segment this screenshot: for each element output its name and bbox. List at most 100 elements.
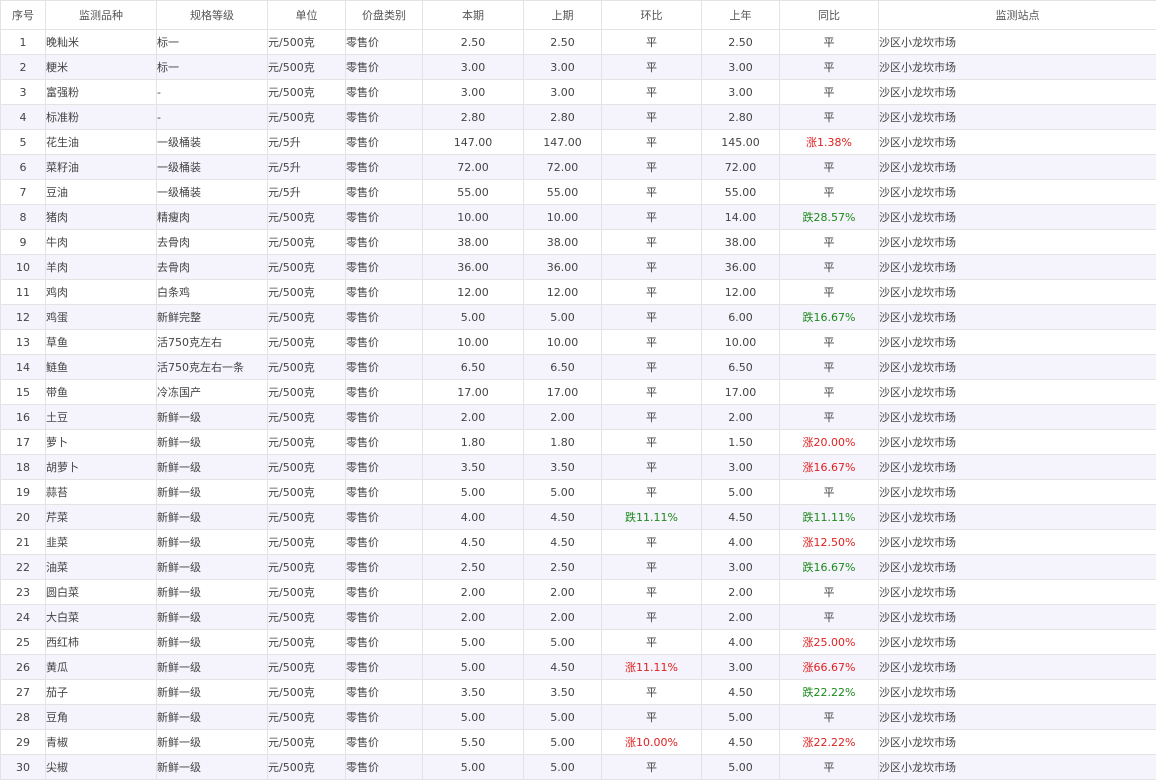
cell-unit: 元/500克 — [268, 480, 346, 505]
table-row: 23圆白菜新鲜一级元/500克零售价2.002.00平2.00平沙区小龙坎市场 — [1, 580, 1156, 605]
table-row: 28豆角新鲜一级元/500克零售价5.005.00平5.00平沙区小龙坎市场 — [1, 705, 1156, 730]
col-header-index[interactable]: 序号 — [1, 1, 46, 30]
cell-spec: 新鲜一级 — [157, 530, 268, 555]
cell-index: 10 — [1, 255, 46, 280]
cell-yoy: 跌16.67% — [780, 305, 879, 330]
cell-index: 16 — [1, 405, 46, 430]
cell-previous: 12.00 — [524, 280, 602, 305]
cell-station: 沙区小龙坎市场 — [879, 405, 1156, 430]
cell-product: 西红柿 — [46, 630, 157, 655]
cell-price-type: 零售价 — [346, 255, 423, 280]
col-header-product[interactable]: 监测品种 — [46, 1, 157, 30]
table-row: 30尖椒新鲜一级元/500克零售价5.005.00平5.00平沙区小龙坎市场 — [1, 755, 1156, 780]
cell-index: 29 — [1, 730, 46, 755]
cell-index: 19 — [1, 480, 46, 505]
cell-previous: 4.50 — [524, 530, 602, 555]
cell-current: 55.00 — [423, 180, 524, 205]
cell-index: 26 — [1, 655, 46, 680]
col-header-mom[interactable]: 环比 — [602, 1, 702, 30]
cell-index: 20 — [1, 505, 46, 530]
cell-yoy: 平 — [780, 55, 879, 80]
col-header-yoy[interactable]: 同比 — [780, 1, 879, 30]
cell-current: 2.50 — [423, 555, 524, 580]
cell-last-year: 4.00 — [702, 630, 780, 655]
cell-spec: 新鲜一级 — [157, 680, 268, 705]
cell-station: 沙区小龙坎市场 — [879, 530, 1156, 555]
cell-current: 5.00 — [423, 655, 524, 680]
col-header-previous[interactable]: 上期 — [524, 1, 602, 30]
cell-product: 鸡蛋 — [46, 305, 157, 330]
cell-spec: 新鲜一级 — [157, 455, 268, 480]
cell-unit: 元/5升 — [268, 180, 346, 205]
cell-previous: 4.50 — [524, 505, 602, 530]
cell-product: 晚籼米 — [46, 30, 157, 55]
col-header-current[interactable]: 本期 — [423, 1, 524, 30]
cell-previous: 2.50 — [524, 555, 602, 580]
cell-mom: 平 — [602, 430, 702, 455]
cell-unit: 元/500克 — [268, 305, 346, 330]
cell-unit: 元/5升 — [268, 155, 346, 180]
cell-yoy: 平 — [780, 380, 879, 405]
cell-last-year: 4.50 — [702, 730, 780, 755]
cell-price-type: 零售价 — [346, 405, 423, 430]
cell-product: 茄子 — [46, 680, 157, 705]
cell-yoy: 涨66.67% — [780, 655, 879, 680]
cell-unit: 元/500克 — [268, 455, 346, 480]
table-row: 1晚籼米标一元/500克零售价2.502.50平2.50平沙区小龙坎市场 — [1, 30, 1156, 55]
cell-price-type: 零售价 — [346, 80, 423, 105]
cell-price-type: 零售价 — [346, 55, 423, 80]
cell-station: 沙区小龙坎市场 — [879, 180, 1156, 205]
table-row: 9牛肉去骨肉元/500克零售价38.0038.00平38.00平沙区小龙坎市场 — [1, 230, 1156, 255]
cell-station: 沙区小龙坎市场 — [879, 430, 1156, 455]
cell-spec: 标一 — [157, 30, 268, 55]
cell-last-year: 5.00 — [702, 480, 780, 505]
cell-previous: 3.00 — [524, 55, 602, 80]
cell-current: 5.00 — [423, 630, 524, 655]
cell-spec: 去骨肉 — [157, 255, 268, 280]
cell-mom: 平 — [602, 630, 702, 655]
cell-station: 沙区小龙坎市场 — [879, 305, 1156, 330]
table-row: 24大白菜新鲜一级元/500克零售价2.002.00平2.00平沙区小龙坎市场 — [1, 605, 1156, 630]
table-header-row: 序号 监测品种 规格等级 单位 价盘类别 本期 上期 环比 上年 同比 监测站点 — [1, 1, 1156, 30]
cell-yoy: 平 — [780, 405, 879, 430]
table-row: 22油菜新鲜一级元/500克零售价2.502.50平3.00跌16.67%沙区小… — [1, 555, 1156, 580]
cell-station: 沙区小龙坎市场 — [879, 80, 1156, 105]
cell-spec: 精瘦肉 — [157, 205, 268, 230]
cell-index: 15 — [1, 380, 46, 405]
cell-mom: 平 — [602, 705, 702, 730]
cell-yoy: 涨12.50% — [780, 530, 879, 555]
cell-mom: 平 — [602, 55, 702, 80]
cell-price-type: 零售价 — [346, 330, 423, 355]
cell-product: 鲢鱼 — [46, 355, 157, 380]
cell-unit: 元/500克 — [268, 255, 346, 280]
cell-unit: 元/500克 — [268, 55, 346, 80]
col-header-station[interactable]: 监测站点 — [879, 1, 1156, 30]
col-header-unit[interactable]: 单位 — [268, 1, 346, 30]
cell-previous: 3.50 — [524, 455, 602, 480]
cell-yoy: 平 — [780, 230, 879, 255]
cell-mom: 平 — [602, 105, 702, 130]
cell-last-year: 2.00 — [702, 405, 780, 430]
cell-index: 21 — [1, 530, 46, 555]
cell-mom: 平 — [602, 155, 702, 180]
cell-spec: 新鲜一级 — [157, 630, 268, 655]
col-header-spec[interactable]: 规格等级 — [157, 1, 268, 30]
cell-station: 沙区小龙坎市场 — [879, 105, 1156, 130]
cell-price-type: 零售价 — [346, 755, 423, 780]
cell-index: 17 — [1, 430, 46, 455]
cell-index: 1 — [1, 30, 46, 55]
col-header-price-type[interactable]: 价盘类别 — [346, 1, 423, 30]
col-header-last-year[interactable]: 上年 — [702, 1, 780, 30]
cell-last-year: 55.00 — [702, 180, 780, 205]
cell-current: 147.00 — [423, 130, 524, 155]
cell-last-year: 12.00 — [702, 280, 780, 305]
cell-product: 豆油 — [46, 180, 157, 205]
cell-current: 3.00 — [423, 80, 524, 105]
cell-yoy: 平 — [780, 330, 879, 355]
cell-previous: 4.50 — [524, 655, 602, 680]
cell-index: 25 — [1, 630, 46, 655]
cell-mom: 平 — [602, 480, 702, 505]
cell-station: 沙区小龙坎市场 — [879, 705, 1156, 730]
cell-spec: 新鲜一级 — [157, 705, 268, 730]
cell-last-year: 145.00 — [702, 130, 780, 155]
